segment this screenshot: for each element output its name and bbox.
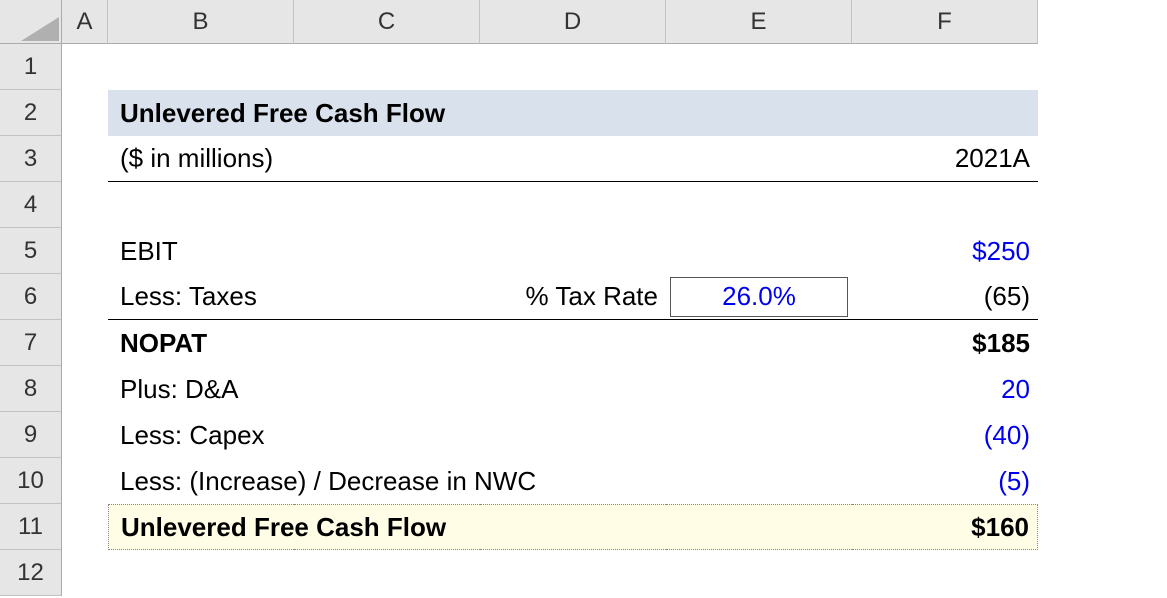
label-nopat[interactable]: NOPAT xyxy=(108,320,294,366)
cell-F12[interactable] xyxy=(852,550,1038,596)
cell-D9[interactable] xyxy=(480,412,666,458)
label-ufcf[interactable]: Unlevered Free Cash Flow xyxy=(108,504,294,550)
row-header-12[interactable]: 12 xyxy=(0,550,62,596)
label-less-nwc[interactable]: Less: (Increase) / Decrease in NWC xyxy=(108,458,294,504)
row-header-4[interactable]: 4 xyxy=(0,182,62,228)
cell-D4[interactable] xyxy=(480,182,666,228)
row-header-3[interactable]: 3 xyxy=(0,136,62,182)
value-nwc[interactable]: (5) xyxy=(852,458,1038,504)
value-da[interactable]: 20 xyxy=(852,366,1038,412)
period-cell[interactable]: 2021A xyxy=(852,136,1038,182)
row-header-9[interactable]: 9 xyxy=(0,412,62,458)
cell-C7[interactable] xyxy=(294,320,480,366)
cell-A10[interactable] xyxy=(62,458,108,504)
col-header-A[interactable]: A xyxy=(62,0,108,44)
row-header-5[interactable]: 5 xyxy=(0,228,62,274)
cell-A4[interactable] xyxy=(62,182,108,228)
label-less-capex[interactable]: Less: Capex xyxy=(108,412,294,458)
col-header-D[interactable]: D xyxy=(480,0,666,44)
select-all-corner[interactable] xyxy=(0,0,62,44)
cell-E9[interactable] xyxy=(666,412,852,458)
cell-A11[interactable] xyxy=(62,504,108,550)
cell-A9[interactable] xyxy=(62,412,108,458)
col-header-B[interactable]: B xyxy=(108,0,294,44)
cell-C8[interactable] xyxy=(294,366,480,412)
row-header-11[interactable]: 11 xyxy=(0,504,62,550)
cell-A12[interactable] xyxy=(62,550,108,596)
cell-E10[interactable] xyxy=(666,458,852,504)
cell-E8[interactable] xyxy=(666,366,852,412)
row-header-7[interactable]: 7 xyxy=(0,320,62,366)
value-nopat[interactable]: $185 xyxy=(852,320,1038,366)
cell-D11[interactable] xyxy=(480,504,666,550)
cell-D7[interactable] xyxy=(480,320,666,366)
cell-C12[interactable] xyxy=(294,550,480,596)
cell-B12[interactable] xyxy=(108,550,294,596)
cell-F4[interactable] xyxy=(852,182,1038,228)
col-header-F[interactable]: F xyxy=(852,0,1038,44)
cell-C6[interactable] xyxy=(294,274,480,320)
cell-E3[interactable] xyxy=(666,136,852,182)
cell-C9[interactable] xyxy=(294,412,480,458)
cell-E6[interactable]: 26.0% xyxy=(666,274,852,320)
cell-A3[interactable] xyxy=(62,136,108,182)
row-header-6[interactable]: 6 xyxy=(0,274,62,320)
row-header-8[interactable]: 8 xyxy=(0,366,62,412)
cell-A7[interactable] xyxy=(62,320,108,366)
cell-B1[interactable] xyxy=(108,44,294,90)
label-less-taxes[interactable]: Less: Taxes xyxy=(108,274,294,320)
label-plus-da[interactable]: Plus: D&A xyxy=(108,366,294,412)
tax-rate-input[interactable]: 26.0% xyxy=(670,277,848,317)
cell-A8[interactable] xyxy=(62,366,108,412)
label-ebit[interactable]: EBIT xyxy=(108,228,294,274)
spreadsheet-grid[interactable]: A B C D E F 1 2 Unlevered Free Cash Flow… xyxy=(0,0,1038,596)
cell-A2[interactable] xyxy=(62,90,108,136)
col-header-E[interactable]: E xyxy=(666,0,852,44)
cell-E12[interactable] xyxy=(666,550,852,596)
cell-C4[interactable] xyxy=(294,182,480,228)
cell-A6[interactable] xyxy=(62,274,108,320)
value-taxes[interactable]: (65) xyxy=(852,274,1038,320)
cell-E1[interactable] xyxy=(666,44,852,90)
value-ufcf[interactable]: $160 xyxy=(852,504,1038,550)
cell-C1[interactable] xyxy=(294,44,480,90)
row-header-10[interactable]: 10 xyxy=(0,458,62,504)
cell-F1[interactable] xyxy=(852,44,1038,90)
value-capex[interactable]: (40) xyxy=(852,412,1038,458)
label-tax-rate[interactable]: % Tax Rate xyxy=(480,274,666,320)
col-header-C[interactable]: C xyxy=(294,0,480,44)
row-header-2[interactable]: 2 xyxy=(0,90,62,136)
cell-D3[interactable] xyxy=(480,136,666,182)
units-cell[interactable]: ($ in millions) xyxy=(108,136,294,182)
cell-D8[interactable] xyxy=(480,366,666,412)
cell-C3[interactable] xyxy=(294,136,480,182)
row-header-1[interactable]: 1 xyxy=(0,44,62,90)
cell-E7[interactable] xyxy=(666,320,852,366)
cell-A1[interactable] xyxy=(62,44,108,90)
cell-D5[interactable] xyxy=(480,228,666,274)
title-cell[interactable]: Unlevered Free Cash Flow xyxy=(108,90,1038,136)
cell-E5[interactable] xyxy=(666,228,852,274)
cell-E11[interactable] xyxy=(666,504,852,550)
cell-A5[interactable] xyxy=(62,228,108,274)
cell-B4[interactable] xyxy=(108,182,294,228)
cell-E4[interactable] xyxy=(666,182,852,228)
cell-D1[interactable] xyxy=(480,44,666,90)
cell-C5[interactable] xyxy=(294,228,480,274)
cell-D12[interactable] xyxy=(480,550,666,596)
value-ebit[interactable]: $250 xyxy=(852,228,1038,274)
